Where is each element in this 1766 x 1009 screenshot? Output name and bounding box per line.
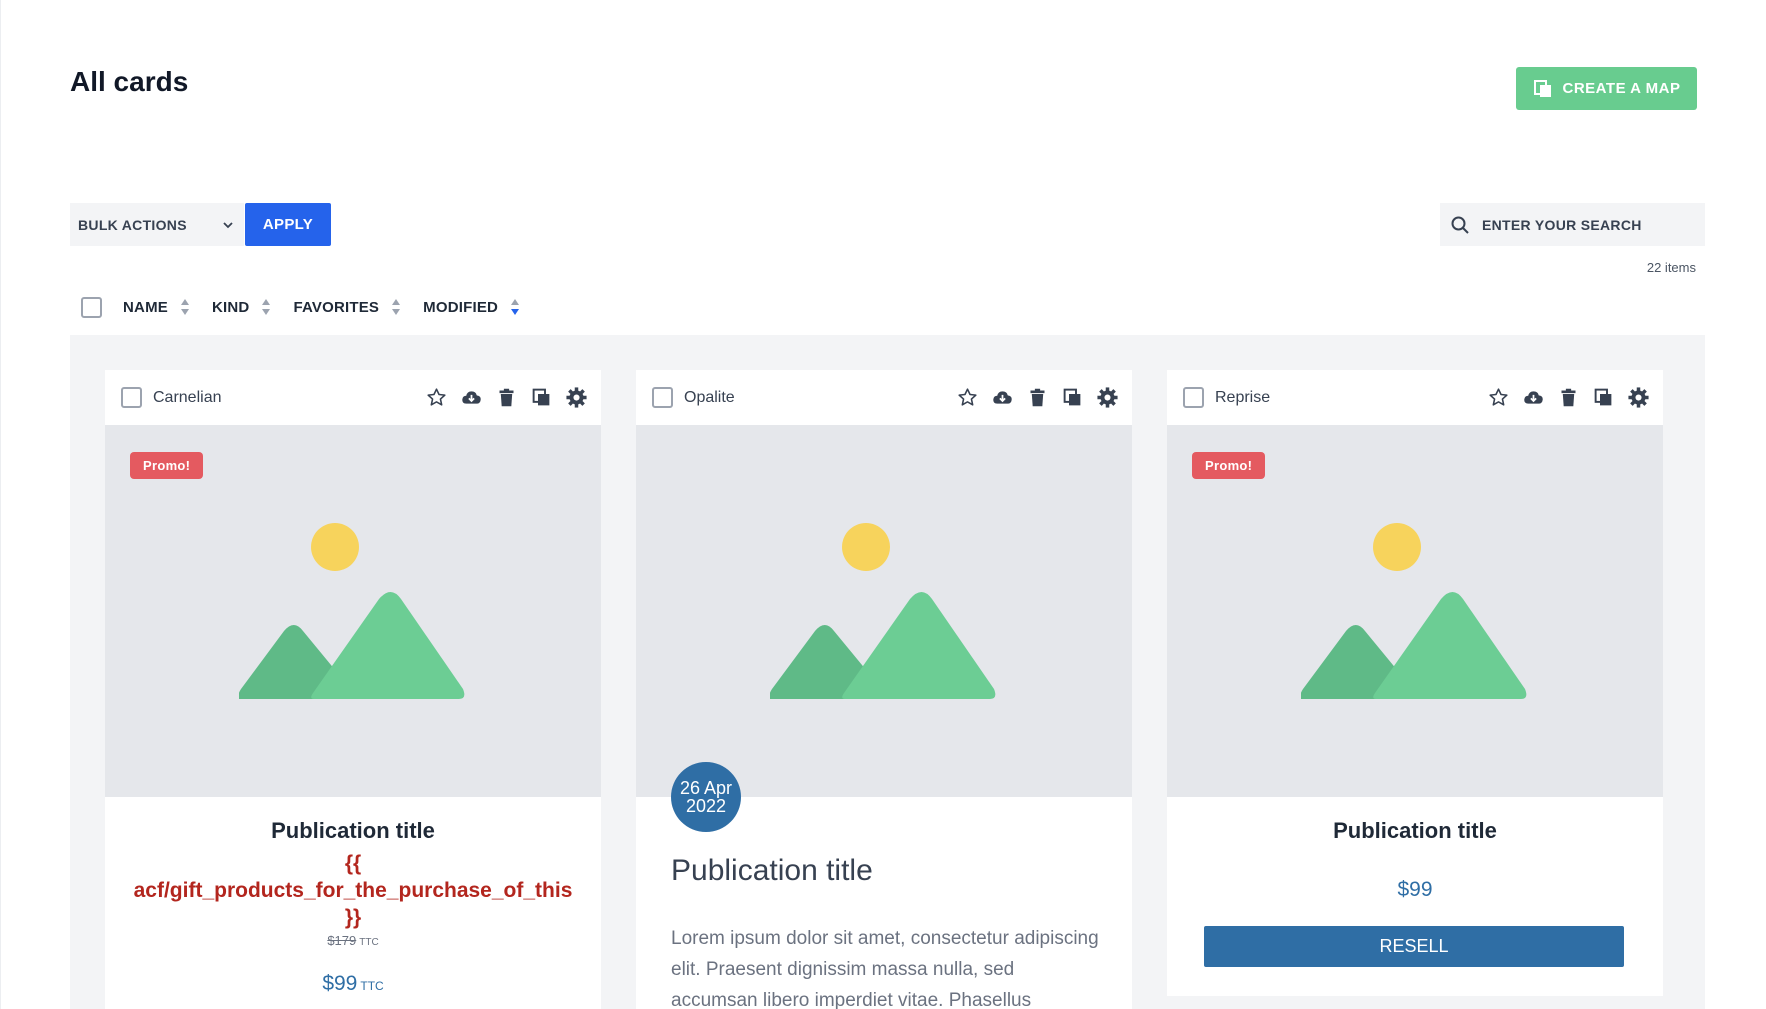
card-name: Reprise (1215, 388, 1271, 406)
search-icon (1451, 216, 1469, 234)
card-image[interactable]: Promo! (1167, 425, 1663, 797)
create-map-button[interactable]: CREATE A MAP (1516, 67, 1697, 110)
price-value: $99 (322, 972, 358, 995)
sort-kind-label: KIND (211, 298, 250, 316)
card-body: Publication title {{ acf/gift_products_f… (105, 818, 601, 996)
page-title: All cards (70, 66, 189, 97)
acf-open: {{ (344, 852, 362, 875)
promo-badge: Promo! (130, 452, 204, 479)
star-icon[interactable] (957, 387, 978, 408)
sort-modified-label: MODIFIED (423, 298, 499, 316)
promo-badge: Promo! (1192, 452, 1266, 479)
sort-name[interactable]: NAME (123, 298, 190, 316)
card-image[interactable] (636, 425, 1132, 797)
card: Reprise Promo! Publication title $99 RES… (1167, 370, 1663, 996)
gear-icon[interactable] (1097, 387, 1118, 408)
publication-title[interactable]: Publication title (671, 854, 873, 888)
resell-button[interactable]: RESELL (1204, 926, 1624, 967)
create-map-label: CREATE A MAP (1562, 80, 1681, 97)
sort-arrows-icon (262, 299, 271, 315)
card-checkbox[interactable] (652, 387, 673, 408)
sort-kind[interactable]: KIND (212, 298, 271, 316)
price: $99 TTC (105, 972, 601, 996)
sort-name-label: NAME (123, 298, 168, 316)
card: Opalite 26 Apr 2022 Publication title Lo… (636, 370, 1132, 1009)
acf-shortcode: {{ acf/gift_products_for_the_purchase_of… (105, 850, 601, 931)
duplicate-icon[interactable] (531, 387, 552, 408)
trash-icon[interactable] (496, 387, 517, 408)
apply-button[interactable]: APPLY (245, 203, 331, 246)
sort-row: NAME KIND FAVORITES MODIFIED (81, 296, 520, 318)
star-icon[interactable] (426, 387, 447, 408)
map-icon (1533, 79, 1551, 97)
sort-modified[interactable]: MODIFIED (423, 298, 520, 316)
card-header: Opalite (636, 370, 1132, 425)
chevron-down-icon (223, 221, 233, 228)
gear-icon[interactable] (566, 387, 587, 408)
acf-close: }} (344, 906, 362, 929)
image-placeholder-icon (1301, 523, 1527, 699)
star-icon[interactable] (1488, 387, 1509, 408)
card-checkbox[interactable] (1183, 387, 1204, 408)
date-badge: 26 Apr 2022 (671, 762, 741, 832)
card-image[interactable]: Promo! (105, 425, 601, 797)
card-excerpt: Lorem ipsum dolor sit amet, consectetur … (671, 928, 1099, 1009)
price: $99 (1397, 878, 1433, 901)
old-price-value: $179 (327, 933, 357, 948)
cloud-download-icon[interactable] (992, 387, 1013, 408)
card-name: Carnelian (153, 388, 222, 406)
sort-arrows-icon (180, 299, 189, 315)
select-all-checkbox[interactable] (81, 296, 102, 318)
page: All cards CREATE A MAP BULK ACTIONS APPL… (0, 0, 1766, 1009)
card: Carnelian Promo! Publication title {{ ac… (105, 370, 601, 1009)
card-name: Opalite (684, 388, 735, 406)
card-checkbox[interactable] (121, 387, 142, 408)
old-price: $179 TTC (105, 933, 601, 948)
items-count: 22 items (1646, 260, 1696, 275)
sort-arrows-icon (392, 299, 401, 315)
trash-icon[interactable] (1558, 387, 1579, 408)
card-header: Reprise (1167, 370, 1663, 425)
card-header: Carnelian (105, 370, 601, 425)
trash-icon[interactable] (1027, 387, 1048, 408)
price-unit: TTC (360, 979, 384, 993)
acf-field: acf/gift_products_for_the_purchase_of_th… (133, 879, 573, 902)
bulk-actions-select[interactable]: BULK ACTIONS (70, 203, 244, 246)
card-body: Publication title (1167, 818, 1663, 844)
search-placeholder: ENTER YOUR SEARCH (1482, 216, 1642, 233)
cloud-download-icon[interactable] (1523, 387, 1544, 408)
search-input[interactable]: ENTER YOUR SEARCH (1440, 203, 1705, 246)
card-actions (1488, 387, 1649, 408)
bulk-actions-label: BULK ACTIONS (78, 216, 187, 233)
image-placeholder-icon (770, 523, 996, 699)
date-year: 2022 (685, 796, 727, 816)
publication-title[interactable]: Publication title (1167, 818, 1663, 844)
duplicate-icon[interactable] (1593, 387, 1614, 408)
card-actions (957, 387, 1118, 408)
duplicate-icon[interactable] (1062, 387, 1083, 408)
date-day: 26 Apr (679, 778, 733, 798)
gear-icon[interactable] (1628, 387, 1649, 408)
publication-title[interactable]: Publication title (105, 818, 601, 844)
sort-favorites[interactable]: FAVORITES (293, 298, 401, 316)
old-price-unit: TTC (359, 937, 379, 948)
sort-arrows-active-icon (511, 299, 520, 315)
cloud-download-icon[interactable] (461, 387, 482, 408)
card-actions (426, 387, 587, 408)
sort-favorites-label: FAVORITES (293, 298, 380, 316)
image-placeholder-icon (239, 523, 465, 699)
